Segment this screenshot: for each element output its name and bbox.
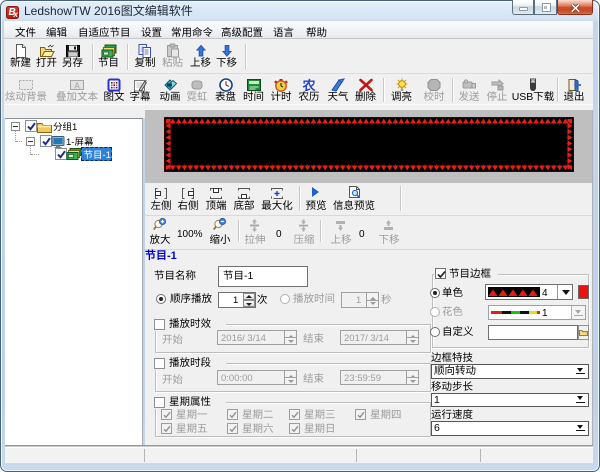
svg-text:农: 农	[301, 78, 316, 92]
svg-text:A: A	[74, 82, 80, 91]
